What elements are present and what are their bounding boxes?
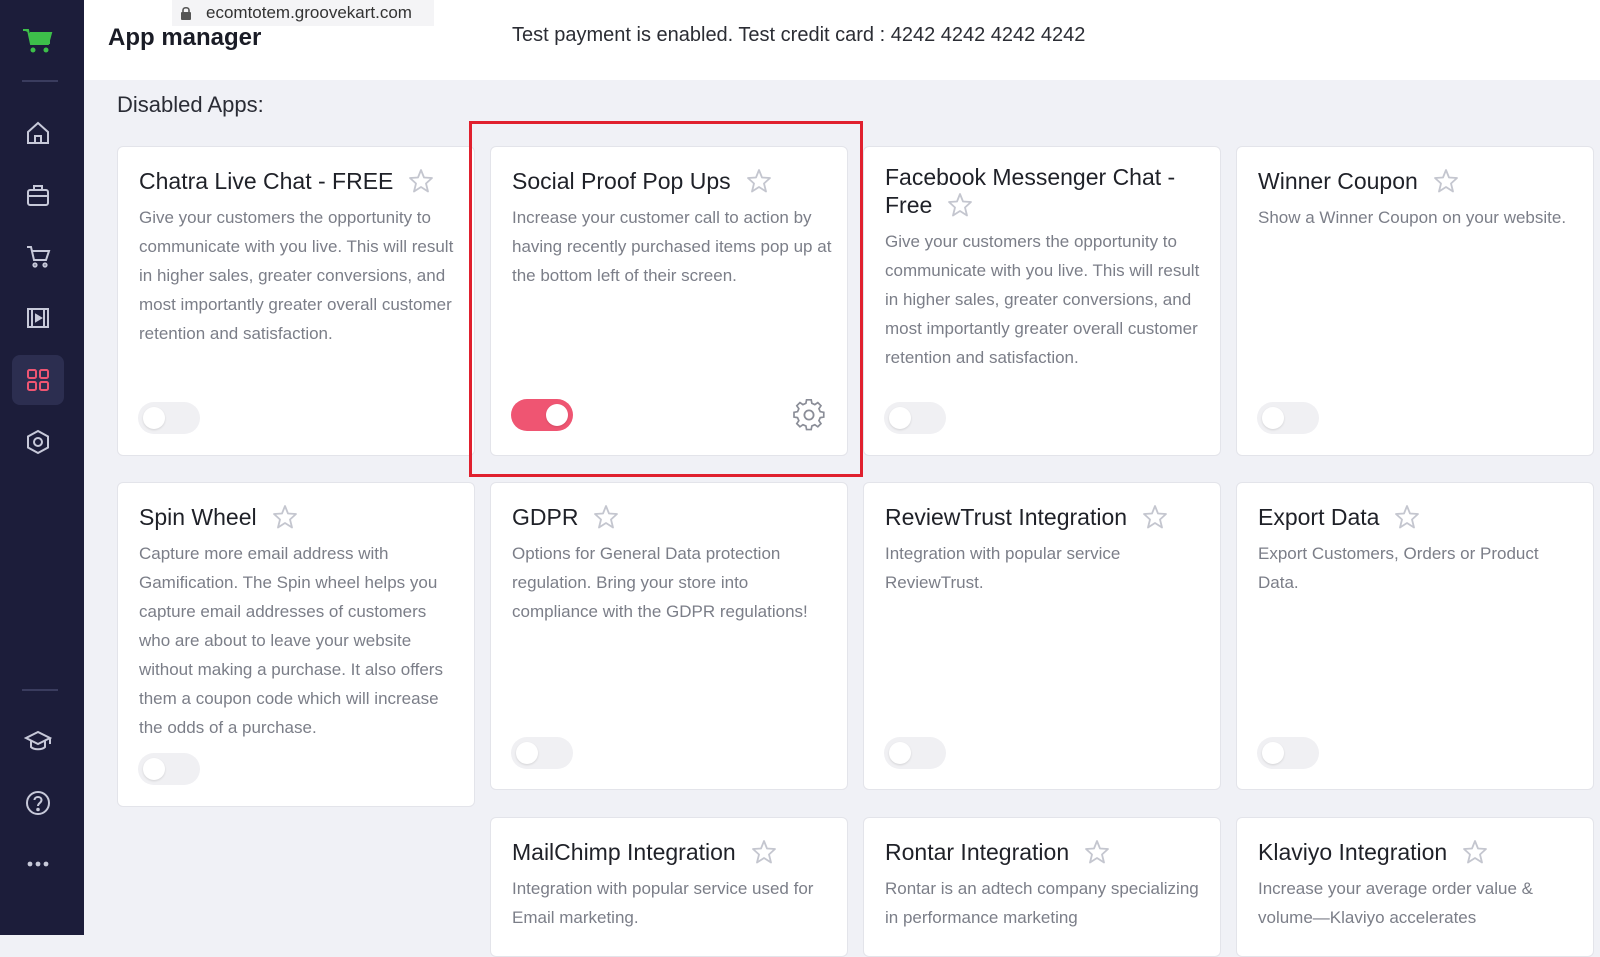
star-icon[interactable] xyxy=(1461,838,1489,866)
app-title: Chatra Live Chat - FREE xyxy=(139,168,394,194)
sidebar-item-media[interactable] xyxy=(12,293,64,343)
sidebar-item-settings[interactable] xyxy=(12,417,64,467)
app-card-winner-coupon: Winner Coupon Show a Winner Coupon on yo… xyxy=(1236,146,1594,456)
app-description: Give your customers the opportunity to c… xyxy=(139,208,454,343)
star-icon[interactable] xyxy=(1141,503,1169,531)
media-icon xyxy=(27,308,49,328)
app-description: Options for General Data protection regu… xyxy=(512,544,808,621)
sidebar-nav xyxy=(0,0,84,935)
app-toggle[interactable] xyxy=(138,753,200,785)
sidebar-item-academy[interactable] xyxy=(12,716,64,766)
sidebar-item-apps[interactable] xyxy=(12,355,64,405)
app-toggle[interactable] xyxy=(138,402,200,434)
app-card-mailchimp: MailChimp Integration Integration with p… xyxy=(490,817,848,957)
section-title: Disabled Apps: xyxy=(117,92,264,117)
star-icon[interactable] xyxy=(1393,503,1421,531)
star-icon[interactable] xyxy=(407,167,435,195)
app-title: Rontar Integration xyxy=(885,839,1070,865)
app-description: Show a Winner Coupon on your website. xyxy=(1258,208,1567,227)
app-title: MailChimp Integration xyxy=(512,839,736,865)
sidebar-item-orders[interactable] xyxy=(12,231,64,281)
app-card-gdpr: GDPR Options for General Data protection… xyxy=(490,482,848,790)
url-text: ecomtotem.groovekart.com xyxy=(206,3,412,22)
app-card-rontar: Rontar Integration Rontar is an adtech c… xyxy=(863,817,1221,957)
app-title: Export Data xyxy=(1258,504,1380,530)
home-icon xyxy=(27,121,49,144)
app-title: ReviewTrust Integration xyxy=(885,504,1128,530)
cart-icon xyxy=(27,246,51,268)
app-title: GDPR xyxy=(512,504,579,530)
star-icon[interactable] xyxy=(592,503,620,531)
sidebar-divider xyxy=(22,80,58,82)
app-card-klaviyo: Klaviyo Integration Increase your averag… xyxy=(1236,817,1594,957)
academy-cap-icon xyxy=(24,730,52,751)
star-icon[interactable] xyxy=(1432,167,1460,195)
products-icon xyxy=(27,185,49,206)
sidebar-divider xyxy=(22,689,58,691)
highlight-box xyxy=(469,121,863,477)
app-description: Capture more email address with Gamifica… xyxy=(139,544,443,737)
sidebar-item-products[interactable] xyxy=(12,170,64,220)
app-toggle[interactable] xyxy=(884,402,946,434)
toggle-knob xyxy=(143,758,165,780)
app-description: Integration with popular service ReviewT… xyxy=(885,544,1121,592)
app-title: Facebook Messenger Chat - Free xyxy=(885,164,1176,218)
star-icon[interactable] xyxy=(750,838,778,866)
sidebar-item-more[interactable] xyxy=(12,839,64,889)
app-toggle[interactable] xyxy=(1257,737,1319,769)
app-card-reviewtrust: ReviewTrust Integration Integration with… xyxy=(863,482,1221,790)
more-dots-icon xyxy=(27,861,49,867)
app-description: Increase your average order value & volu… xyxy=(1258,879,1533,927)
lock-icon xyxy=(181,6,191,20)
app-description: Give your customers the opportunity to c… xyxy=(885,232,1200,367)
app-card-chatra: Chatra Live Chat - FREE Give your custom… xyxy=(117,146,475,456)
app-description: Integration with popular service used fo… xyxy=(512,879,814,927)
app-title: Klaviyo Integration xyxy=(1258,839,1448,865)
toggle-knob xyxy=(516,742,538,764)
app-title: Winner Coupon xyxy=(1258,168,1418,194)
app-card-spin-wheel: Spin Wheel Capture more email address wi… xyxy=(117,482,475,807)
sidebar-item-home[interactable] xyxy=(12,108,64,158)
star-icon[interactable] xyxy=(1083,838,1111,866)
app-description: Export Customers, Orders or Product Data… xyxy=(1258,544,1539,592)
help-icon xyxy=(26,791,50,815)
app-toggle[interactable] xyxy=(884,737,946,769)
test-payment-notice: Test payment is enabled. Test credit car… xyxy=(512,24,1086,46)
toggle-knob xyxy=(889,742,911,764)
star-icon[interactable] xyxy=(271,503,299,531)
sidebar-item-help[interactable] xyxy=(12,778,64,828)
app-description: Rontar is an adtech company specializing… xyxy=(885,879,1199,927)
settings-hex-icon xyxy=(27,429,49,455)
app-card-export-data: Export Data Export Customers, Orders or … xyxy=(1236,482,1594,790)
toggle-knob xyxy=(143,407,165,429)
toggle-knob xyxy=(1262,407,1284,429)
star-icon[interactable] xyxy=(946,191,974,219)
app-card-facebook-messenger: Facebook Messenger Chat - Free Give your… xyxy=(863,146,1221,456)
apps-grid-icon xyxy=(27,369,49,391)
app-title: Spin Wheel xyxy=(139,504,257,530)
cart-logo-icon[interactable] xyxy=(21,24,53,56)
app-toggle[interactable] xyxy=(1257,402,1319,434)
toggle-knob xyxy=(889,407,911,429)
address-bar[interactable]: ecomtotem.groovekart.com xyxy=(172,0,434,26)
app-toggle[interactable] xyxy=(511,737,573,769)
toggle-knob xyxy=(1262,742,1284,764)
page-title: App manager xyxy=(108,24,262,51)
